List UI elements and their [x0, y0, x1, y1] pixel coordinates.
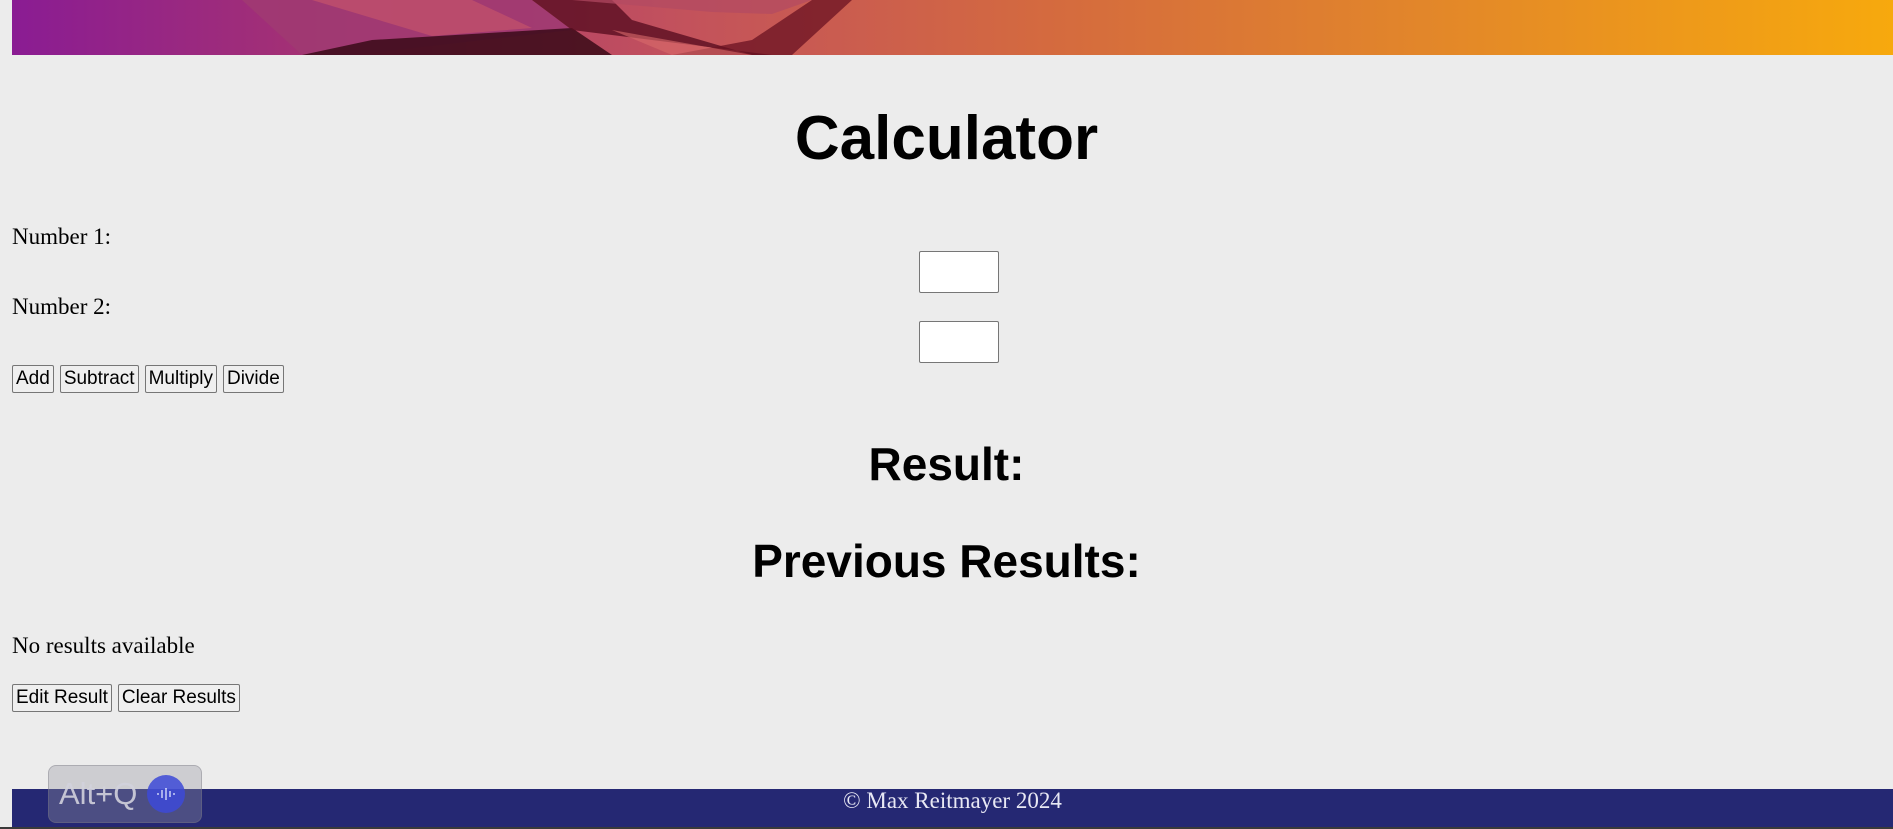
shortcut-label: Alt+Q: [59, 776, 138, 811]
footer: © Max Reitmayer 2024: [12, 789, 1893, 827]
empty-results-text: No results available: [12, 633, 195, 658]
multiply-button[interactable]: Multiply: [144, 365, 217, 393]
alt-q-overlay[interactable]: Alt+Q: [48, 765, 202, 823]
add-button[interactable]: Add: [12, 365, 54, 393]
subtract-button[interactable]: Subtract: [59, 365, 139, 393]
audio-wave-icon[interactable]: [147, 775, 186, 813]
footer-copyright: © Max Reitmayer 2024: [843, 788, 1062, 813]
history-buttons: Edit Result Clear Results: [12, 684, 240, 712]
clear-results-button[interactable]: Clear Results: [117, 684, 240, 712]
result-heading: Result:: [868, 438, 1025, 490]
banner-artwork: [242, 0, 852, 55]
header-banner: [12, 0, 1893, 55]
page: Calculator Number 1: Number 2: Add Subtr…: [0, 0, 1893, 829]
previous-results-heading: Previous Results:: [752, 535, 1141, 587]
edit-result-button[interactable]: Edit Result: [12, 684, 112, 712]
operation-buttons: Add Subtract Multiply Divide: [12, 365, 284, 393]
number1-input[interactable]: [919, 251, 999, 293]
number2-input[interactable]: [919, 321, 999, 363]
number1-label: Number 1:: [12, 224, 112, 249]
number2-label: Number 2:: [12, 294, 112, 319]
divide-button[interactable]: Divide: [222, 365, 284, 393]
page-title: Calculator: [794, 104, 1099, 173]
